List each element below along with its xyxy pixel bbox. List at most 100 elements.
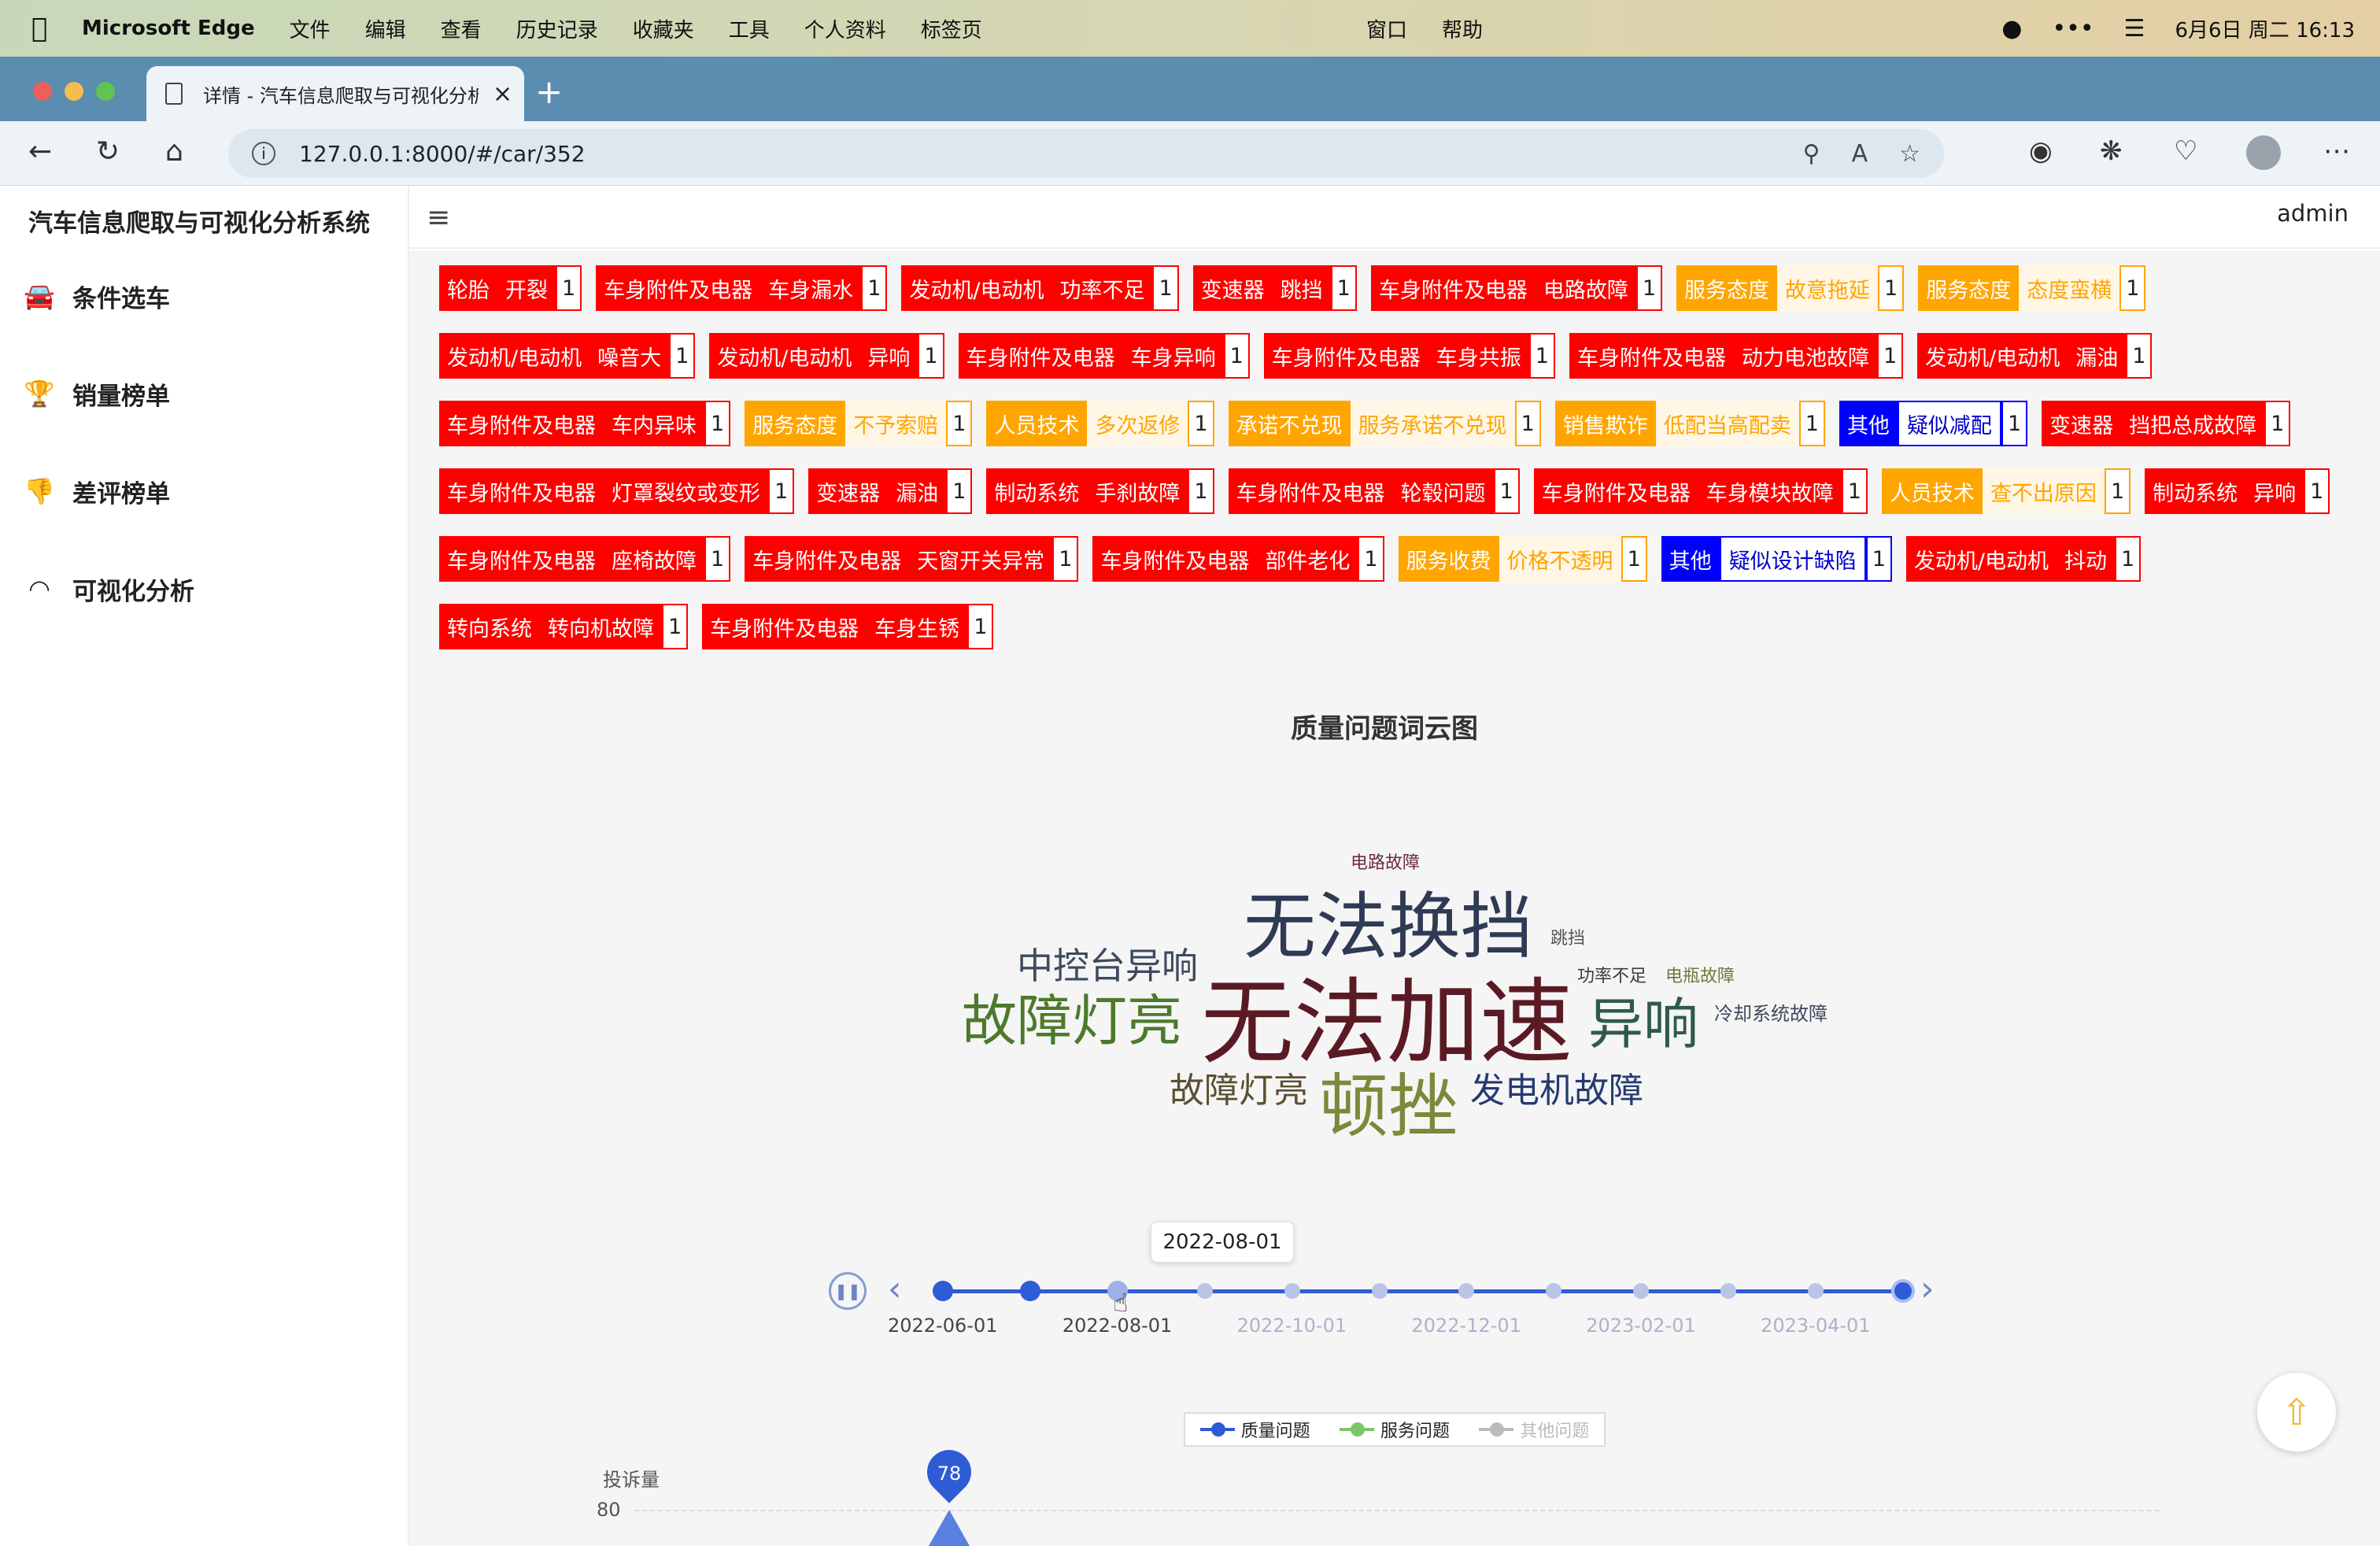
timeline-point[interactable] xyxy=(1891,1279,1915,1303)
profile-avatar[interactable] xyxy=(2246,135,2281,170)
close-tab-icon[interactable]: × xyxy=(493,80,512,108)
browser-tab[interactable]: 详情 - 汽车信息爬取与可视化分析 × xyxy=(146,66,524,121)
tag-count: 1 xyxy=(2115,536,2142,582)
menu-edit[interactable]: 编辑 xyxy=(365,14,406,43)
menu-tabs[interactable]: 标签页 xyxy=(921,14,982,43)
hand-cursor-icon: ☝ xyxy=(1113,1288,1129,1318)
more-icon[interactable]: ••• xyxy=(2052,15,2094,43)
apple-icon[interactable]:  xyxy=(31,13,54,44)
timeline-label: 2022-08-01 xyxy=(1062,1315,1173,1337)
sidebar-item-bad-review-ranking[interactable]: 👎 差评榜单 xyxy=(24,468,170,515)
tag-problem: 态度蛮横 xyxy=(2019,265,2120,311)
wordcloud-word: 发电机故障 xyxy=(1470,1071,1643,1111)
read-aloud-icon[interactable]: A xyxy=(1852,140,1868,168)
car-icon: 🚘 xyxy=(24,281,55,311)
problem-tag: 车身附件及电器 车身模块故障 1 xyxy=(1533,468,1868,514)
back-icon[interactable]: ← xyxy=(28,135,52,168)
legend-item-quality[interactable]: 质量问题 xyxy=(1199,1417,1310,1442)
tag-category: 车身附件及电器 xyxy=(1228,468,1393,514)
problem-tag: 车身附件及电器 车身漏水 1 xyxy=(596,265,888,311)
control-center-icon[interactable]: ☰ xyxy=(2124,15,2145,43)
menu-file[interactable]: 文件 xyxy=(290,14,331,43)
legend-item-other[interactable]: 其他问题 xyxy=(1479,1417,1589,1442)
tag-count: 1 xyxy=(1865,536,1892,582)
menu-tools[interactable]: 工具 xyxy=(729,14,770,43)
timeline-point[interactable] xyxy=(1284,1283,1300,1299)
tag-category: 人员技术 xyxy=(1881,468,1983,514)
tag-category: 服务收费 xyxy=(1398,536,1499,582)
pause-button[interactable]: ❚❚ xyxy=(829,1272,867,1310)
site-info-icon[interactable]: i xyxy=(252,142,275,165)
tag-category: 车身附件及电器 xyxy=(1263,333,1428,379)
tag-count: 1 xyxy=(2126,333,2153,379)
back-to-top-button[interactable]: ⇧ xyxy=(2257,1373,2336,1452)
sidebar-item-visual-analysis[interactable]: ◠ 可视化分析 xyxy=(24,565,194,612)
address-bar[interactable]: i 127.0.0.1:8000/#/car/352 ⚲ A ☆ xyxy=(228,129,1944,178)
max-value-label: 78 xyxy=(937,1463,962,1485)
timeline-prev-icon[interactable]: ‹ xyxy=(888,1269,902,1309)
app-menu[interactable]: Microsoft Edge xyxy=(82,17,255,40)
tag-problem: 电路故障 xyxy=(1535,265,1636,311)
favorite-star-icon[interactable]: ☆ xyxy=(1899,140,1920,168)
tag-count: 1 xyxy=(1635,265,1663,311)
timeline-point[interactable] xyxy=(1371,1283,1388,1299)
tag-category: 销售欺诈 xyxy=(1554,401,1656,446)
tag-problem: 噪音大 xyxy=(589,333,670,379)
tag-problem: 漏油 xyxy=(888,468,947,514)
extensions-icon[interactable]: ❋ xyxy=(2100,135,2123,167)
heart-monitor-icon[interactable]: ♡ xyxy=(2174,135,2197,167)
problem-tag: 车身附件及电器 座椅故障 1 xyxy=(439,536,731,582)
menu-favorites[interactable]: 收藏夹 xyxy=(633,14,694,43)
sidebar-item-sales-ranking[interactable]: 🏆 销量榜单 xyxy=(24,370,170,417)
timeline-point[interactable] xyxy=(1019,1281,1040,1301)
user-name[interactable]: admin xyxy=(2277,200,2349,227)
tag-count: 1 xyxy=(1798,401,1825,446)
minimize-window-button[interactable] xyxy=(65,82,83,101)
url-text[interactable]: 127.0.0.1:8000/#/car/352 xyxy=(299,141,586,167)
tag-category: 服务态度 xyxy=(1676,265,1778,311)
sidebar-item-car-filter[interactable]: 🚘 条件选车 xyxy=(24,272,170,320)
collapse-menu-icon[interactable]: ≡ xyxy=(427,202,450,234)
problem-tag: 变速器 漏油 1 xyxy=(808,468,973,514)
copilot-icon[interactable]: ◉ xyxy=(2029,135,2053,167)
menu-window[interactable]: 窗口 xyxy=(1366,14,1407,43)
menu-history[interactable]: 历史记录 xyxy=(516,14,598,43)
tag-category: 发动机/电动机 xyxy=(709,333,860,379)
sidebar-item-label: 条件选车 xyxy=(72,284,170,313)
tag-category: 人员技术 xyxy=(986,401,1088,446)
wordcloud-word: 异响 xyxy=(1588,992,1698,1056)
timeline-point[interactable] xyxy=(1196,1283,1213,1299)
key-icon[interactable]: ⚲ xyxy=(1803,140,1820,168)
problem-tag: 车身附件及电器 部件老化 1 xyxy=(1092,536,1384,582)
settings-more-icon[interactable]: ⋯ xyxy=(2323,135,2350,167)
record-icon[interactable]: ● xyxy=(2001,15,2022,43)
menu-profile[interactable]: 个人资料 xyxy=(804,14,886,43)
close-window-button[interactable] xyxy=(33,82,52,101)
timeline-point[interactable] xyxy=(1808,1283,1824,1299)
tag-category: 变速器 xyxy=(2042,401,2122,446)
tag-category: 变速器 xyxy=(1192,265,1273,311)
menu-help[interactable]: 帮助 xyxy=(1442,14,1483,43)
sidebar-item-label: 销量榜单 xyxy=(72,382,170,411)
timeline-track[interactable] xyxy=(943,1289,1903,1293)
tag-count: 1 xyxy=(669,333,696,379)
zoom-window-button[interactable] xyxy=(96,82,115,101)
tag-problem: 座椅故障 xyxy=(604,536,704,582)
tag-count: 1 xyxy=(1188,468,1214,514)
problem-tag: 车身附件及电器 动力电池故障 1 xyxy=(1569,333,1904,379)
clock[interactable]: 6月6日 周二 16:13 xyxy=(2175,14,2355,43)
tag-problem: 异响 xyxy=(859,333,918,379)
home-icon[interactable]: ⌂ xyxy=(165,135,183,168)
legend-item-service[interactable]: 服务问题 xyxy=(1339,1417,1450,1442)
tag-count: 1 xyxy=(704,401,731,446)
timeline-point[interactable] xyxy=(933,1281,953,1301)
timeline-next-icon[interactable]: › xyxy=(1920,1269,1935,1309)
tag-problem: 动力电池故障 xyxy=(1733,333,1877,379)
reload-icon[interactable]: ↻ xyxy=(96,135,120,168)
menu-view[interactable]: 查看 xyxy=(441,14,482,43)
tag-count: 1 xyxy=(1052,536,1079,582)
timeline-label: 2023-02-01 xyxy=(1586,1315,1696,1337)
tag-problem: 车身异响 xyxy=(1122,333,1224,379)
new-tab-icon[interactable]: + xyxy=(535,72,563,111)
problem-tag: 制动系统 手刹故障 1 xyxy=(986,468,1214,514)
